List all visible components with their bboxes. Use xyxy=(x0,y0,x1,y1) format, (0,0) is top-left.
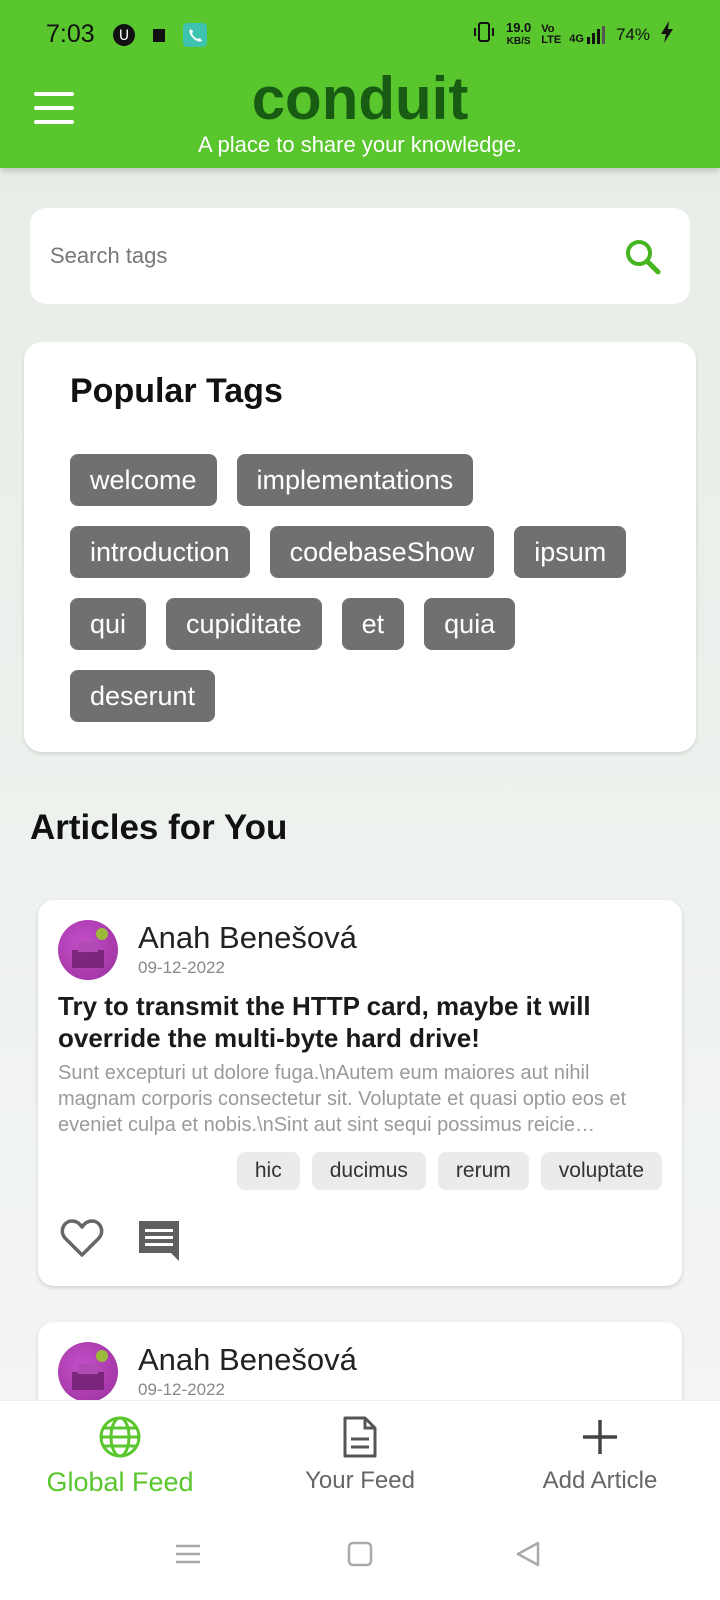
tag-chip[interactable]: cupiditate xyxy=(166,598,322,650)
charging-icon xyxy=(660,21,674,48)
status-time: 7:03 xyxy=(46,20,95,48)
net-speed-unit: KB/S xyxy=(506,35,531,47)
article-date: 09-12-2022 xyxy=(138,958,225,977)
tag-chip[interactable]: quia xyxy=(424,598,516,650)
search-icon[interactable] xyxy=(624,238,662,281)
app-subtitle: A place to share your knowledge. xyxy=(197,132,523,157)
signal-icon: 4G xyxy=(569,25,606,45)
vibrate-icon xyxy=(472,20,496,49)
tag-chip[interactable]: implementations xyxy=(236,454,474,506)
status-right-group: 19.0 KB/S Vo LTE 4G 74% xyxy=(472,20,674,49)
popular-tags-card: Popular Tags welcome implementations int… xyxy=(24,342,696,752)
article-title[interactable]: Try to transmit the HTTP card, maybe it … xyxy=(58,990,658,1054)
network-speed: 19.0 KB/S xyxy=(505,19,532,48)
volte-label: Vo LTE xyxy=(541,22,562,46)
tag-chip[interactable]: codebaseShow xyxy=(269,526,495,578)
svg-text:U: U xyxy=(119,28,129,44)
document-icon xyxy=(240,1415,480,1459)
tag-chip[interactable]: introduction xyxy=(70,526,250,578)
home-square-icon[interactable] xyxy=(346,1540,374,1573)
system-navigation-bar xyxy=(0,1512,720,1600)
clapperboard-icon xyxy=(148,24,170,51)
article-date: 09-12-2022 xyxy=(138,1380,225,1399)
comment-icon[interactable] xyxy=(138,1220,180,1267)
nav-label: Add Article xyxy=(542,1467,658,1494)
search-bar xyxy=(30,208,690,304)
article-tag[interactable]: ducimus xyxy=(311,1152,426,1190)
nav-add-article[interactable]: Add Article xyxy=(480,1415,720,1495)
article-tag[interactable]: hic xyxy=(236,1152,300,1190)
status-bar: 7:03 U 19.0 KB/S Vo LTE 4G 74% xyxy=(0,0,720,72)
popular-tags-title: Popular Tags xyxy=(70,372,283,410)
tag-chip[interactable]: et xyxy=(341,598,405,650)
popular-tags-list: welcome implementations introduction cod… xyxy=(70,454,670,722)
battery-level: 74% xyxy=(615,24,650,44)
search-input[interactable] xyxy=(50,236,610,276)
author-name[interactable]: Anah Benešová xyxy=(138,1342,357,1378)
article-tag[interactable]: rerum xyxy=(437,1152,529,1190)
plus-icon xyxy=(480,1415,720,1459)
nav-label: Global Feed xyxy=(46,1467,194,1497)
article-tag[interactable]: voluptate xyxy=(540,1152,662,1190)
signal-type: 4G xyxy=(569,32,584,45)
status-notification-icons: U xyxy=(112,22,208,53)
avatar[interactable] xyxy=(58,1342,118,1402)
nav-global-feed[interactable]: Global Feed xyxy=(0,1415,240,1498)
app-header: 7:03 U 19.0 KB/S Vo LTE 4G 74% conduit A… xyxy=(0,0,720,168)
nav-label: Your Feed xyxy=(305,1467,415,1494)
article-tag-list: hic ducimus rerum voluptate xyxy=(236,1152,662,1190)
app-title: conduit xyxy=(251,65,469,132)
back-triangle-icon[interactable] xyxy=(514,1540,542,1573)
article-description: Sunt excepturi ut dolore fuga.\nAutem eu… xyxy=(58,1062,627,1136)
tag-chip[interactable]: welcome xyxy=(70,454,217,506)
articles-section-title: Articles for You xyxy=(30,808,288,847)
recents-menu-icon[interactable] xyxy=(174,1540,202,1573)
net-speed-value: 19.0 xyxy=(505,19,532,35)
phone-call-icon xyxy=(182,22,208,53)
article-card[interactable]: Anah Benešová 09-12-2022 Try to transmit… xyxy=(38,900,682,1286)
tag-chip[interactable]: ipsum xyxy=(514,526,627,578)
globe-icon xyxy=(0,1415,240,1459)
heart-icon[interactable] xyxy=(60,1218,104,1263)
tag-chip[interactable]: deserunt xyxy=(70,670,216,722)
nav-your-feed[interactable]: Your Feed xyxy=(240,1415,480,1495)
avatar[interactable] xyxy=(58,920,118,980)
notification-app-icon: U xyxy=(112,23,136,52)
bottom-navigation: Global Feed Your Feed Add Article xyxy=(0,1400,720,1512)
tag-chip[interactable]: qui xyxy=(70,598,147,650)
author-name[interactable]: Anah Benešová xyxy=(138,920,357,956)
